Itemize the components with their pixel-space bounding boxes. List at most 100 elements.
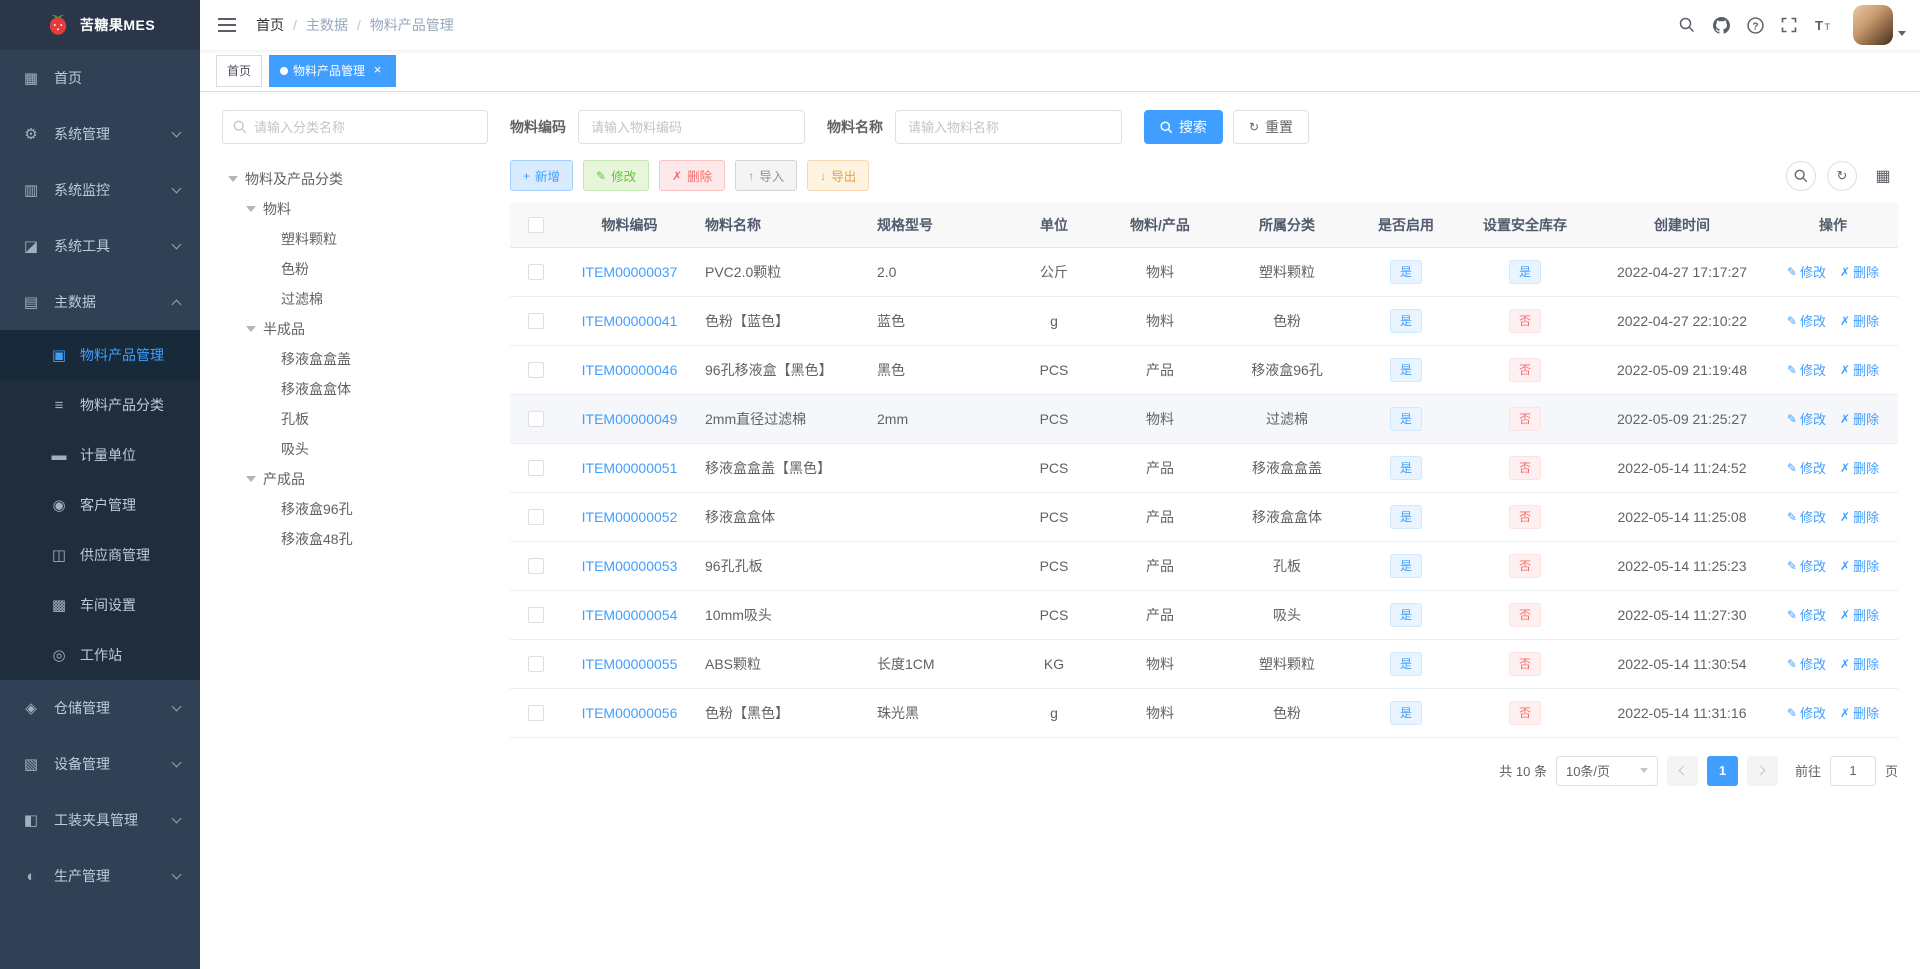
columns-button[interactable]: ▦ [1868, 160, 1898, 191]
row-delete-button[interactable]: ✗ 删除 [1840, 703, 1879, 722]
item-code-link[interactable]: ITEM00000041 [582, 313, 678, 329]
row-edit-button[interactable]: ✎ 修改 [1787, 409, 1826, 428]
font-size-icon[interactable]: TT [1809, 11, 1837, 39]
row-edit-button[interactable]: ✎ 修改 [1787, 458, 1826, 477]
sidebar-subitem-customer-mgmt[interactable]: ◉ 客户管理 [0, 480, 200, 530]
sidebar-item-fixture-mgmt[interactable]: ◧ 工装夹具管理 [0, 792, 200, 848]
goto-page-input[interactable] [1829, 755, 1876, 786]
tree-node[interactable]: 移液盒盒体 [222, 374, 488, 404]
item-code-link[interactable]: ITEM00000053 [582, 558, 678, 574]
sidebar-item-warehouse-mgmt[interactable]: ◈ 仓储管理 [0, 680, 200, 736]
export-button[interactable]: ↓ 导出 [807, 160, 870, 191]
row-delete-button[interactable]: ✗ 删除 [1840, 605, 1879, 624]
sidebar-subitem-workshop-settings[interactable]: ▩ 车间设置 [0, 580, 200, 630]
import-button[interactable]: ↑ 导入 [735, 160, 798, 191]
row-edit-button[interactable]: ✎ 修改 [1787, 556, 1826, 575]
search-toggle-button[interactable] [1786, 160, 1816, 191]
item-code-link[interactable]: ITEM00000051 [582, 460, 678, 476]
row-edit-button[interactable]: ✎ 修改 [1787, 605, 1826, 624]
close-icon[interactable]: × [370, 63, 385, 78]
refresh-button[interactable]: ↻ [1827, 160, 1857, 191]
tree-node[interactable]: 半成品 [222, 314, 488, 344]
sidebar-item-master-data[interactable]: ▤ 主数据 [0, 274, 200, 330]
sidebar-item-system-monitor[interactable]: ▥ 系统监控 [0, 162, 200, 218]
item-code-link[interactable]: ITEM00000055 [582, 656, 678, 672]
sidebar-item-production-mgmt[interactable]: ◐ 生产管理 [0, 848, 200, 904]
page-number-button[interactable]: 1 [1706, 755, 1738, 786]
sidebar-subitem-supplier-mgmt[interactable]: ◫ 供应商管理 [0, 530, 200, 580]
sidebar-item-system-mgmt[interactable]: ⚙ 系统管理 [0, 106, 200, 162]
search-button[interactable]: 搜索 [1144, 110, 1223, 144]
avatar[interactable] [1853, 5, 1893, 45]
github-icon[interactable] [1707, 11, 1735, 39]
row-delete-button[interactable]: ✗ 删除 [1840, 556, 1879, 575]
row-delete-button[interactable]: ✗ 删除 [1840, 262, 1879, 281]
breadcrumb-item[interactable]: 首页 [256, 15, 284, 35]
row-edit-button[interactable]: ✎ 修改 [1787, 262, 1826, 281]
question-icon[interactable]: ? [1741, 11, 1769, 39]
add-button[interactable]: + 新增 [510, 160, 574, 191]
sidebar-item-home[interactable]: ▦ 首页 [0, 50, 200, 106]
row-checkbox[interactable] [528, 607, 544, 624]
row-edit-button[interactable]: ✎ 修改 [1787, 311, 1826, 330]
tag-物料产品管理[interactable]: 物料产品管理 × [269, 54, 397, 87]
app-logo[interactable]: 苦糖果MES [0, 0, 200, 50]
row-checkbox[interactable] [528, 705, 544, 722]
sidebar-item-system-tools[interactable]: ◪ 系统工具 [0, 218, 200, 274]
row-checkbox[interactable] [528, 264, 544, 281]
tree-node[interactable]: 物料及产品分类 [222, 164, 488, 194]
tree-node[interactable]: 移液盒盒盖 [222, 344, 488, 374]
item-code-link[interactable]: ITEM00000037 [582, 264, 678, 280]
select-all-checkbox[interactable] [528, 217, 544, 234]
prev-page-button[interactable] [1666, 755, 1698, 786]
row-delete-button[interactable]: ✗ 删除 [1840, 311, 1879, 330]
tree-node[interactable]: 物料 [222, 194, 488, 224]
caret-down-icon[interactable] [246, 206, 256, 212]
sidebar-subitem-material-product-mgmt[interactable]: ▣ 物料产品管理 [0, 330, 200, 380]
tree-node[interactable]: 产成品 [222, 464, 488, 494]
row-delete-button[interactable]: ✗ 删除 [1840, 654, 1879, 673]
fullscreen-icon[interactable] [1775, 11, 1803, 39]
row-delete-button[interactable]: ✗ 删除 [1840, 360, 1879, 379]
item-code-link[interactable]: ITEM00000054 [582, 607, 678, 623]
tree-node[interactable]: 过滤棉 [222, 284, 488, 314]
row-checkbox[interactable] [528, 558, 544, 575]
row-delete-button[interactable]: ✗ 删除 [1840, 409, 1879, 428]
next-page-button[interactable] [1746, 755, 1778, 786]
hamburger-icon[interactable] [214, 12, 240, 38]
tag-首页[interactable]: 首页 [216, 54, 263, 87]
category-search-input[interactable] [254, 119, 477, 135]
row-edit-button[interactable]: ✎ 修改 [1787, 507, 1826, 526]
page-size-select[interactable]: 10条/页 [1555, 755, 1658, 786]
tree-node[interactable]: 孔板 [222, 404, 488, 434]
item-code-link[interactable]: ITEM00000049 [582, 411, 678, 427]
row-checkbox[interactable] [528, 509, 544, 526]
tree-node[interactable]: 移液盒96孔 [222, 494, 488, 524]
row-checkbox[interactable] [528, 460, 544, 477]
tree-node[interactable]: 吸头 [222, 434, 488, 464]
material-code-input[interactable] [578, 110, 805, 144]
row-edit-button[interactable]: ✎ 修改 [1787, 703, 1826, 722]
edit-button[interactable]: ✎ 修改 [583, 160, 650, 191]
row-checkbox[interactable] [528, 362, 544, 379]
item-code-link[interactable]: ITEM00000056 [582, 705, 678, 721]
tree-node[interactable]: 色粉 [222, 254, 488, 284]
row-checkbox[interactable] [528, 313, 544, 330]
item-code-link[interactable]: ITEM00000052 [582, 509, 678, 525]
reset-button[interactable]: ↻ 重置 [1233, 110, 1310, 144]
caret-down-icon[interactable] [228, 176, 238, 182]
material-name-input[interactable] [895, 110, 1122, 144]
row-checkbox[interactable] [528, 411, 544, 428]
row-edit-button[interactable]: ✎ 修改 [1787, 360, 1826, 379]
sidebar-subitem-material-product-category[interactable]: ≡ 物料产品分类 [0, 380, 200, 430]
user-menu[interactable] [1853, 5, 1906, 45]
item-code-link[interactable]: ITEM00000046 [582, 362, 678, 378]
caret-down-icon[interactable] [246, 326, 256, 332]
caret-down-icon[interactable] [246, 476, 256, 482]
row-edit-button[interactable]: ✎ 修改 [1787, 654, 1826, 673]
row-delete-button[interactable]: ✗ 删除 [1840, 458, 1879, 477]
tree-node[interactable]: 塑料颗粒 [222, 224, 488, 254]
sidebar-subitem-workstation[interactable]: ◎ 工作站 [0, 630, 200, 680]
sidebar-item-equipment-mgmt[interactable]: ▧ 设备管理 [0, 736, 200, 792]
row-delete-button[interactable]: ✗ 删除 [1840, 507, 1879, 526]
